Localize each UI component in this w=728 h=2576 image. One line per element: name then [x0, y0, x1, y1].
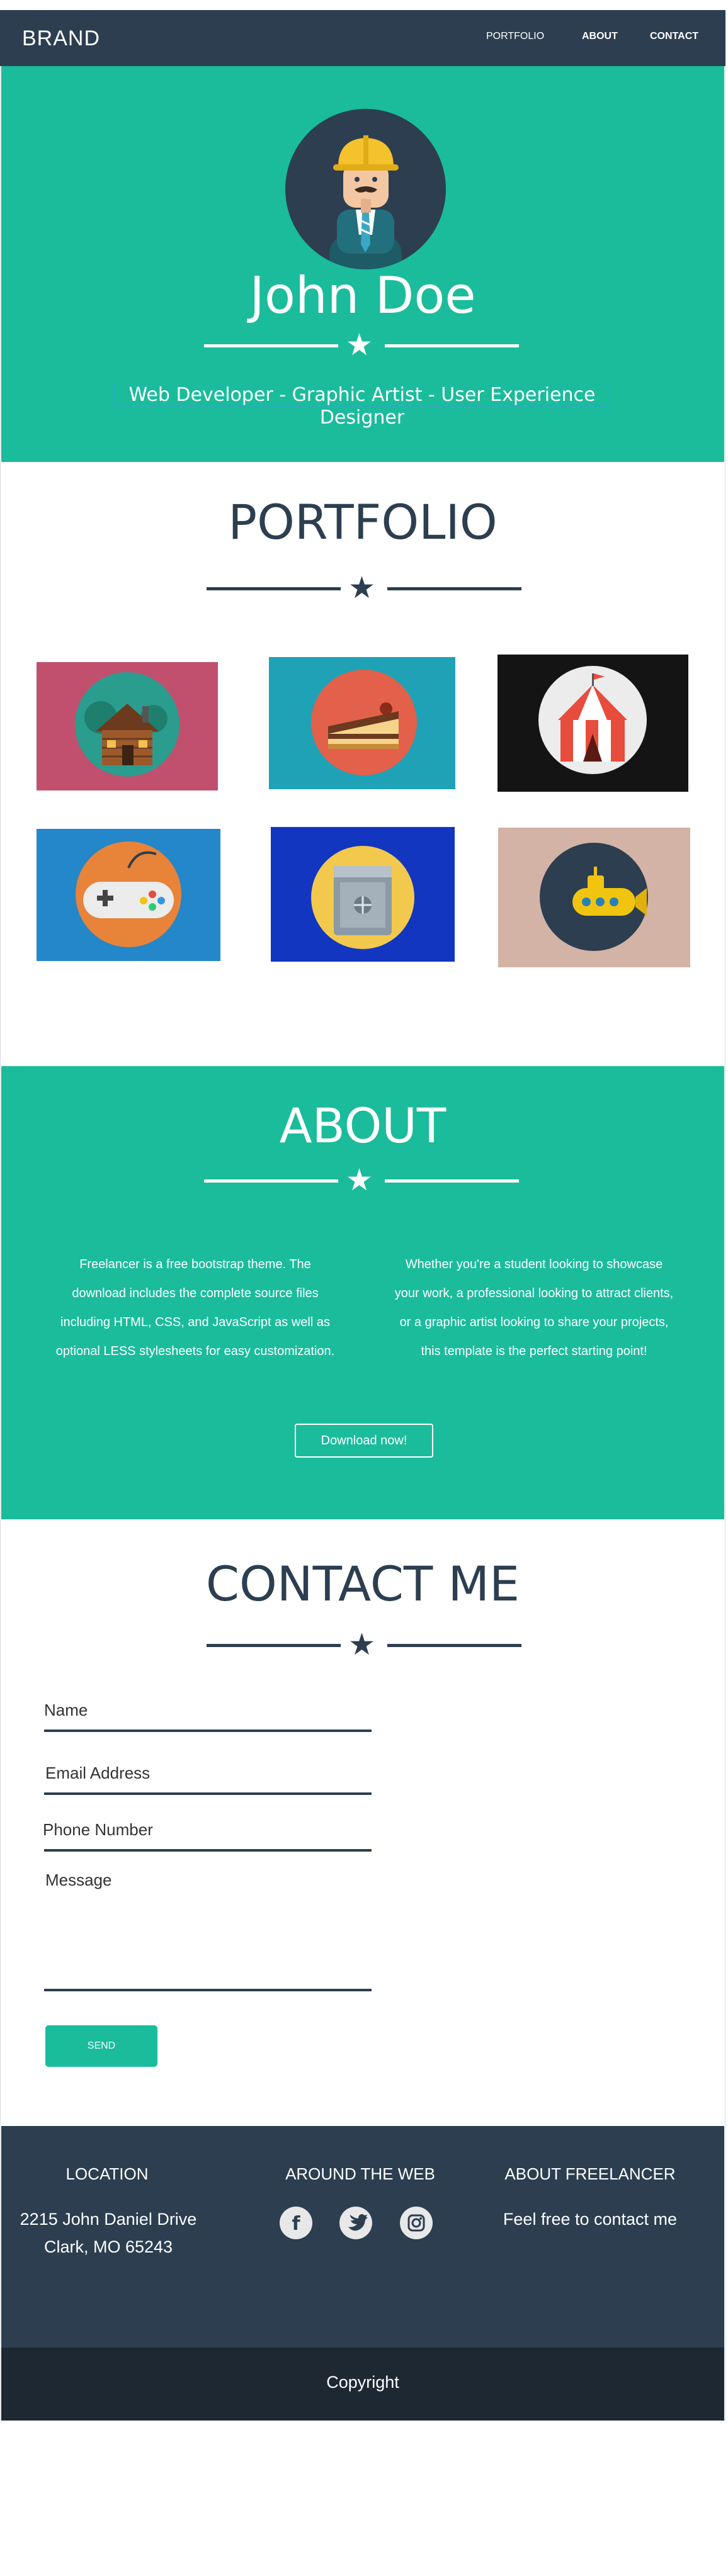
phone-field[interactable]: Phone Number — [43, 1820, 153, 1840]
about-title: ABOUT — [279, 1098, 446, 1154]
facebook-icon[interactable]: f — [280, 2207, 312, 2239]
name-field[interactable]: Name — [44, 1701, 88, 1720]
nav-link-portfolio[interactable]: PORTFOLIO — [486, 31, 544, 42]
footer-about-text: Feel free to contact me — [503, 2210, 678, 2229]
star-divider: ★ — [207, 1628, 521, 1662]
navbar: BRAND PORTFOLIO ABOUT CONTACT — [0, 10, 725, 66]
nav-link-contact[interactable]: CONTACT — [650, 31, 698, 42]
cabin-icon[interactable] — [37, 662, 218, 790]
cake-icon[interactable] — [269, 657, 455, 789]
hero-name: John Doe — [249, 266, 476, 325]
star-divider: ★ — [204, 1164, 519, 1197]
email-field[interactable]: Email Address — [45, 1763, 150, 1783]
hero-section: John Doe ★ Web Developer - Graphic Artis… — [1, 66, 724, 462]
game-controller-icon[interactable] — [37, 829, 220, 961]
name-field-underline — [44, 1730, 372, 1732]
contact-title: CONTACT ME — [205, 1556, 520, 1612]
brand-logo[interactable]: BRAND — [22, 26, 100, 51]
submarine-icon[interactable] — [498, 828, 690, 967]
footer: LOCATION 2215 John Daniel Drive Clark, M… — [1, 2126, 724, 2348]
footer-about-heading: ABOUT FREELANCER — [504, 2164, 676, 2183]
footer-web-heading: AROUND THE WEB — [285, 2164, 435, 2183]
footer-address-line2: Clark, MO 65243 — [43, 2237, 173, 2256]
svg-text:f: f — [292, 2213, 300, 2235]
message-field[interactable]: Message — [45, 1870, 112, 1890]
safe-icon[interactable] — [271, 827, 455, 962]
nav-link-about[interactable]: ABOUT — [582, 31, 618, 42]
phone-field-underline — [44, 1849, 372, 1852]
copyright-text: Copyright — [326, 2373, 399, 2392]
developer-avatar-icon — [285, 109, 446, 269]
hero-subtitle: Web Developer - Graphic Artist - User Ex… — [115, 383, 610, 429]
about-right-text: Whether you're a student looking to show… — [394, 1257, 674, 1358]
email-field-underline — [44, 1792, 372, 1795]
star-divider: ★ — [204, 329, 519, 362]
circus-tent-icon[interactable] — [498, 655, 688, 792]
send-button[interactable]: SEND — [45, 2025, 157, 2067]
star-divider: ★ — [207, 571, 521, 605]
download-button[interactable]: Download now! — [295, 1424, 433, 1458]
footer-address-line1: 2215 John Daniel Drive — [20, 2210, 197, 2229]
message-field-underline — [44, 1989, 372, 1991]
about-section: ABOUT ★ Freelancer is a free bootstrap t… — [1, 1066, 724, 1519]
portfolio-title: PORTFOLIO — [228, 494, 498, 550]
copyright-bar: Copyright — [1, 2348, 724, 2421]
instagram-icon[interactable] — [400, 2207, 433, 2239]
about-left-text: Freelancer is a free bootstrap theme. Th… — [55, 1257, 335, 1358]
footer-location-heading: LOCATION — [65, 2164, 149, 2183]
twitter-icon[interactable] — [339, 2207, 372, 2239]
